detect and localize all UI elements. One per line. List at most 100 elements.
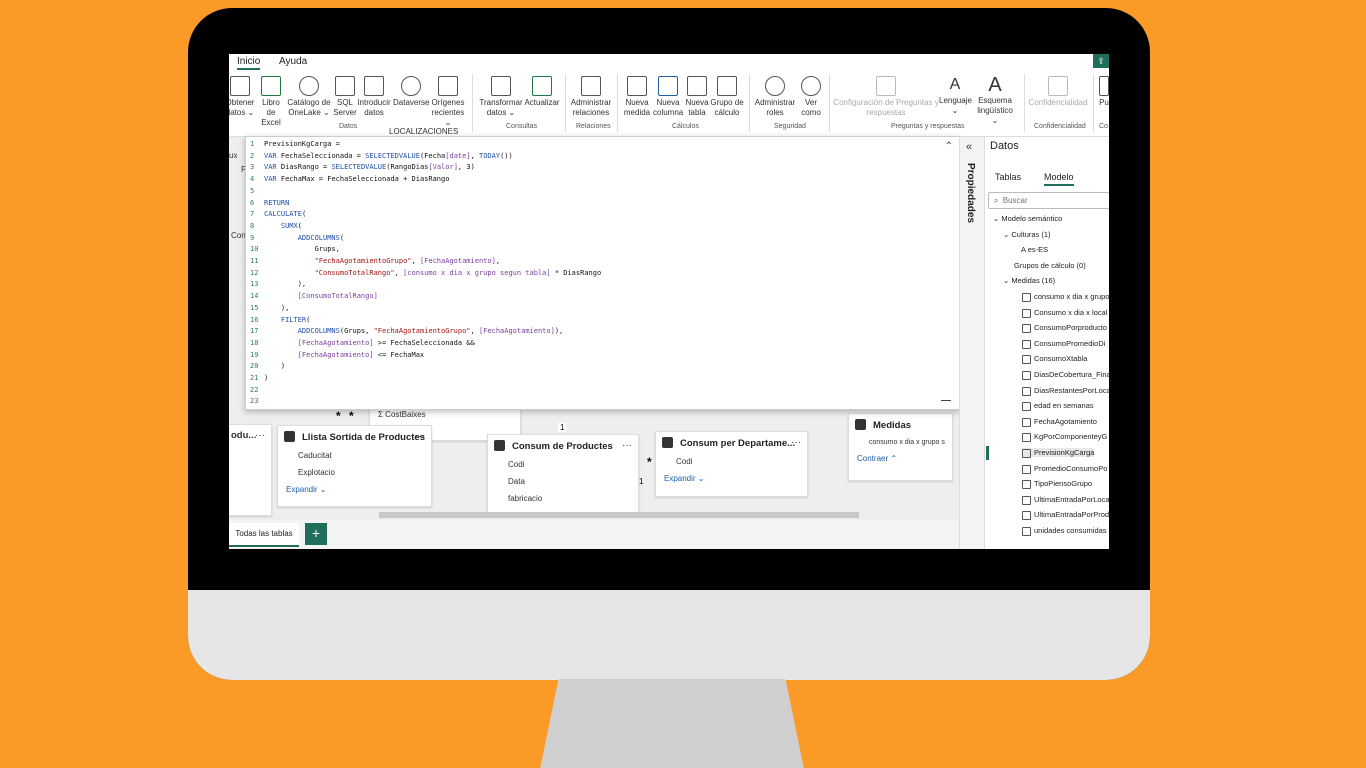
code-line[interactable]: 7 CALCULATE(: [250, 209, 601, 221]
tab-ayuda[interactable]: Ayuda: [279, 56, 307, 67]
dataverse-button[interactable]: Dataverse: [393, 76, 429, 108]
language-button[interactable]: A Lenguaje ⌄: [939, 76, 972, 116]
measure-item[interactable]: FechaAgotamiento: [1022, 417, 1097, 427]
transform-data-button[interactable]: Transformar datos ⌄: [479, 76, 523, 118]
collapse-link[interactable]: Contraer ⌃: [849, 450, 952, 467]
sql-server-button[interactable]: SQL Server: [333, 76, 357, 118]
collapse-editor-icon[interactable]: ⌃: [945, 141, 953, 152]
code-line[interactable]: 18 [FechaAgotamiento] >= FechaSelecciona…: [250, 338, 601, 350]
code-line[interactable]: 23: [250, 396, 601, 408]
code-line[interactable]: 4 VAR FechaMax = FechaSeleccionada + Dias…: [250, 174, 601, 186]
dax-formula-editor[interactable]: 1 PrevisionKgCarga = 2 VAR FechaSeleccionad…: [245, 136, 960, 410]
view-as-button[interactable]: Ver como: [797, 76, 825, 118]
collapse-icon[interactable]: «: [966, 141, 972, 153]
table-card-productes[interactable]: odu... ···: [229, 424, 272, 516]
calculation-group-button[interactable]: Grupo de cálculo: [710, 76, 744, 118]
measure-item[interactable]: Consumo x dia x local: [1022, 308, 1107, 318]
code-line[interactable]: 22: [250, 385, 601, 397]
field-row[interactable]: Codi: [656, 453, 807, 470]
new-column-button[interactable]: Nueva columna: [653, 76, 683, 118]
search-box[interactable]: ⌕: [988, 192, 1109, 209]
measure-item[interactable]: ConsumoPromedioDi: [1022, 339, 1105, 349]
code-line[interactable]: 13 ),: [250, 279, 601, 291]
code-line[interactable]: 2 VAR FechaSeleccionada = SELECTEDVALUE(F…: [250, 151, 601, 163]
field-row[interactable]: Codi: [488, 456, 638, 473]
more-options-icon[interactable]: ···: [415, 431, 425, 442]
more-options-icon[interactable]: ···: [622, 440, 632, 451]
measure-row[interactable]: consumo x dia x grupo s: [849, 435, 952, 450]
code-line[interactable]: 5: [250, 186, 601, 198]
properties-pane-collapsed[interactable]: « Propiedades: [959, 137, 985, 549]
expand-link[interactable]: Expandir ⌄: [278, 481, 431, 498]
code-line[interactable]: 6 RETURN: [250, 198, 601, 210]
search-input[interactable]: [1002, 196, 1093, 205]
code-line[interactable]: 15 ),: [250, 303, 601, 315]
more-options-icon[interactable]: ···: [255, 430, 265, 441]
tab-modelo[interactable]: Modelo: [1044, 172, 1074, 186]
tab-all-tables[interactable]: Todas las tablas: [229, 523, 299, 547]
code-line[interactable]: 1 PrevisionKgCarga =: [250, 139, 601, 151]
measure-item[interactable]: edad en semanas: [1022, 401, 1094, 412]
share-icon[interactable]: ⇪: [1093, 54, 1109, 68]
code-line[interactable]: 16 FILTER(: [250, 315, 601, 327]
sensitivity-button[interactable]: Confidencialidad: [1027, 76, 1089, 108]
enter-data-button[interactable]: Introducir datos: [357, 76, 391, 118]
manage-relationships-button[interactable]: Administrar relaciones: [569, 76, 613, 118]
code-line[interactable]: 3 VAR DiasRango = SELECTEDVALUE(RangoDias…: [250, 162, 601, 174]
field-row[interactable]: Data: [488, 473, 638, 490]
code-line[interactable]: 10 Grups,: [250, 244, 601, 256]
table-card-medidas[interactable]: Medidas consumo x dia x grupo s Contraer…: [848, 413, 953, 481]
measure-item[interactable]: KgPorComponenteyG: [1022, 432, 1107, 443]
recent-sources-button[interactable]: Orígenes recientes ⌄: [431, 76, 465, 128]
measure-item[interactable]: DiasRestantesPorLoca: [1022, 386, 1109, 396]
code-lines[interactable]: 1 PrevisionKgCarga = 2 VAR FechaSeleccionad…: [250, 139, 601, 408]
tab-inicio[interactable]: Inicio: [237, 56, 261, 70]
measure-item[interactable]: TipoPiensoGrupo: [1022, 479, 1092, 490]
measure-item[interactable]: ConsumoPorproducto: [1022, 323, 1107, 334]
code-line[interactable]: 14 [ConsumoTotalRango]: [250, 291, 601, 303]
measure-item[interactable]: PrevisionKgCarga: [1022, 448, 1095, 458]
expand-link[interactable]: Expandir ⌄: [656, 470, 807, 487]
measure-item[interactable]: UltimaEntradaPorProd: [1022, 510, 1109, 521]
measure-item[interactable]: DiasDeCobertura_Fina: [1022, 370, 1109, 380]
code-line[interactable]: 8 SUMX(: [250, 221, 601, 233]
new-table-button[interactable]: Nueva tabla: [684, 76, 710, 118]
add-layout-button[interactable]: +: [305, 523, 327, 545]
new-measure-button[interactable]: Nueva medida: [622, 76, 652, 118]
tree-node-calc-groups[interactable]: Grupos de cálculo (0): [1014, 261, 1086, 270]
measure-item[interactable]: UltimaEntradaPorLoca: [1022, 495, 1109, 505]
code-line[interactable]: 21): [250, 373, 601, 385]
tree-node-culture[interactable]: A es-ES: [1021, 245, 1048, 254]
code-line[interactable]: 12 "ConsumoTotalRango", [consumo x dia x…: [250, 268, 601, 280]
horizontal-scrollbar[interactable]: [379, 512, 859, 518]
measure-item[interactable]: PromedioConsumoPo: [1022, 464, 1107, 474]
code-line[interactable]: 20 ): [250, 361, 601, 373]
tree-node-root[interactable]: ⌄ Modelo semántico: [993, 214, 1062, 223]
tree-node-measures[interactable]: ⌄ Medidas (16): [1003, 276, 1055, 285]
table-card-llista[interactable]: Llista Sortida de Productes ··· Caducita…: [277, 425, 432, 507]
refresh-button[interactable]: Actualizar: [523, 76, 561, 108]
excel-workbook-button[interactable]: Libro de Excel: [257, 76, 285, 128]
table-card-consum-departament[interactable]: Consum per Departame... ··· Codi Expandi…: [655, 431, 808, 497]
code-line[interactable]: 9 ADDCOLUMNS(: [250, 233, 601, 245]
measure-item[interactable]: ConsumoXtabla: [1022, 354, 1087, 365]
publish-button[interactable]: Pu: [1097, 76, 1109, 108]
linguistic-schema-button[interactable]: A Esquema lingüístico ⌄: [973, 75, 1017, 126]
measure-item[interactable]: consumo x dia x grupo: [1022, 292, 1109, 302]
tab-tablas[interactable]: Tablas: [995, 172, 1021, 182]
qa-settings-button[interactable]: Configuración de Preguntas y respuestas: [833, 76, 939, 118]
table-card-consum-productes[interactable]: Consum de Productes ··· Codi Data fabric…: [487, 434, 639, 516]
minimize-icon[interactable]: [941, 400, 951, 401]
get-data-button[interactable]: Obtener datos ⌄: [229, 76, 255, 118]
tree-node-cultures[interactable]: ⌄ Culturas (1): [1003, 230, 1051, 239]
field-row[interactable]: Caducitat: [278, 447, 431, 464]
field-row[interactable]: fabricacio: [488, 490, 638, 507]
measure-item[interactable]: unidades consumidas: [1022, 526, 1107, 536]
code-line[interactable]: 19 [FechaAgotamiento] <= FechaMax: [250, 350, 601, 362]
code-line[interactable]: 11 "FechaAgotamientoGrupo", [FechaAgotam…: [250, 256, 601, 268]
onelake-catalog-button[interactable]: Catálogo de OneLake ⌄: [287, 76, 331, 118]
manage-roles-button[interactable]: Administrar roles: [753, 76, 797, 118]
field-row[interactable]: Explotacio: [278, 464, 431, 481]
code-line[interactable]: 17 ADDCOLUMNS(Grups, "FechaAgotamientoGr…: [250, 326, 601, 338]
more-options-icon[interactable]: ···: [791, 437, 801, 448]
